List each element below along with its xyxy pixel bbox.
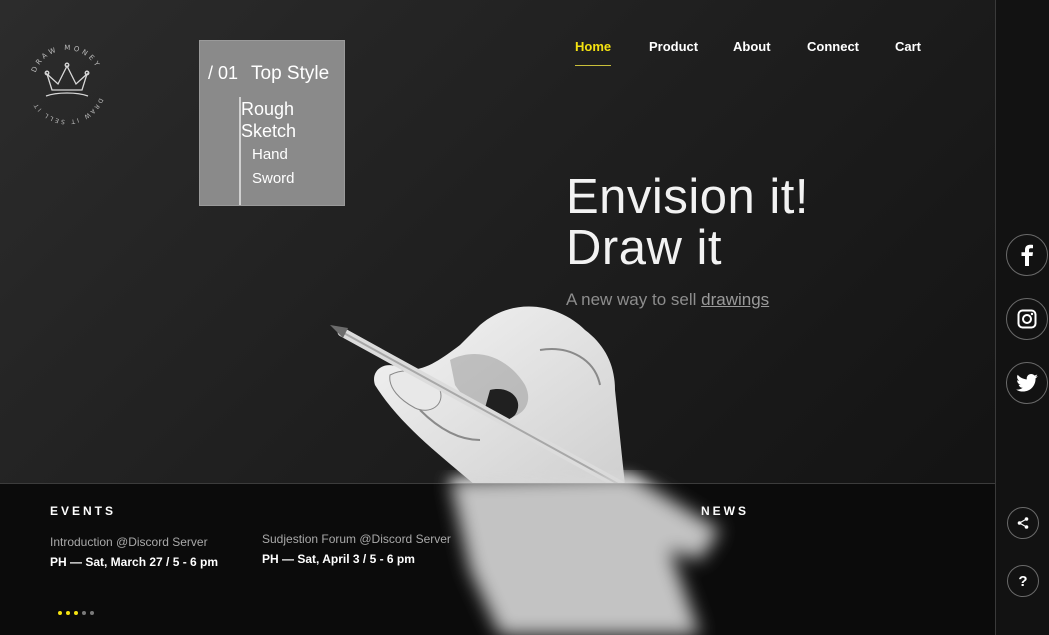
pager-dot[interactable]: [82, 611, 86, 615]
share-button[interactable]: [1007, 507, 1039, 539]
facebook-icon: [1021, 244, 1033, 266]
events-pager: [58, 600, 98, 619]
style-option-rough-sketch[interactable]: Rough Sketch: [241, 98, 331, 142]
event-date: PH — Sat, March 27 / 5 - 6 pm: [50, 555, 219, 569]
event-item[interactable]: Sudjestion Forum @Discord Server PH — Sa…: [262, 532, 451, 566]
pager-dot[interactable]: [58, 611, 62, 615]
event-item[interactable]: Introduction @Discord Server PH — Sat, M…: [50, 535, 218, 569]
event-title: Sudjestion Forum @Discord Server: [262, 532, 451, 546]
svg-text:DRAW IT SELL IT: DRAW IT SELL IT: [32, 97, 104, 125]
hero-heading: Envision it! Draw it: [566, 172, 809, 274]
facebook-button[interactable]: [1006, 234, 1048, 276]
instagram-icon: [1017, 309, 1037, 329]
events-heading: EVENTS: [50, 504, 117, 518]
nav-home[interactable]: Home: [575, 39, 611, 54]
nav-cart[interactable]: Cart: [895, 39, 921, 54]
nav-product[interactable]: Product: [649, 39, 698, 54]
nav-active-underline: [575, 65, 611, 66]
hero-subtitle: A new way to sell drawings: [566, 290, 769, 310]
pager-dot[interactable]: [90, 611, 94, 615]
pager-dot[interactable]: [74, 611, 78, 615]
twitter-icon: [1016, 374, 1038, 392]
drawings-link[interactable]: drawings: [701, 290, 769, 309]
event-title: Introduction @Discord Server: [50, 535, 208, 549]
style-option-hand[interactable]: Hand: [252, 146, 288, 163]
pager-dot[interactable]: [66, 611, 70, 615]
logo-bottom-text: DRAW IT SELL IT: [32, 97, 102, 125]
hero-subtitle-text: A new way to sell: [566, 290, 702, 309]
nav-about[interactable]: About: [733, 39, 771, 54]
event-date: PH — Sat, April 3 / 5 - 6 pm: [262, 552, 415, 566]
twitter-button[interactable]: [1006, 362, 1048, 404]
hero-line-1: Envision it!: [566, 170, 809, 224]
style-option-sword[interactable]: Sword: [252, 170, 295, 187]
arm-blur-illustration: [450, 475, 720, 635]
nav-connect[interactable]: Connect: [807, 39, 859, 54]
help-button[interactable]: ?: [1007, 565, 1039, 597]
hero-line-2: Draw it: [566, 221, 722, 275]
share-icon: [1017, 517, 1029, 529]
main-panel: DRAW MONEY DRAW IT SELL IT / 01 Top Styl…: [0, 0, 995, 635]
instagram-button[interactable]: [1006, 298, 1048, 340]
main-nav: Home Product About Connect Cart: [0, 39, 995, 69]
